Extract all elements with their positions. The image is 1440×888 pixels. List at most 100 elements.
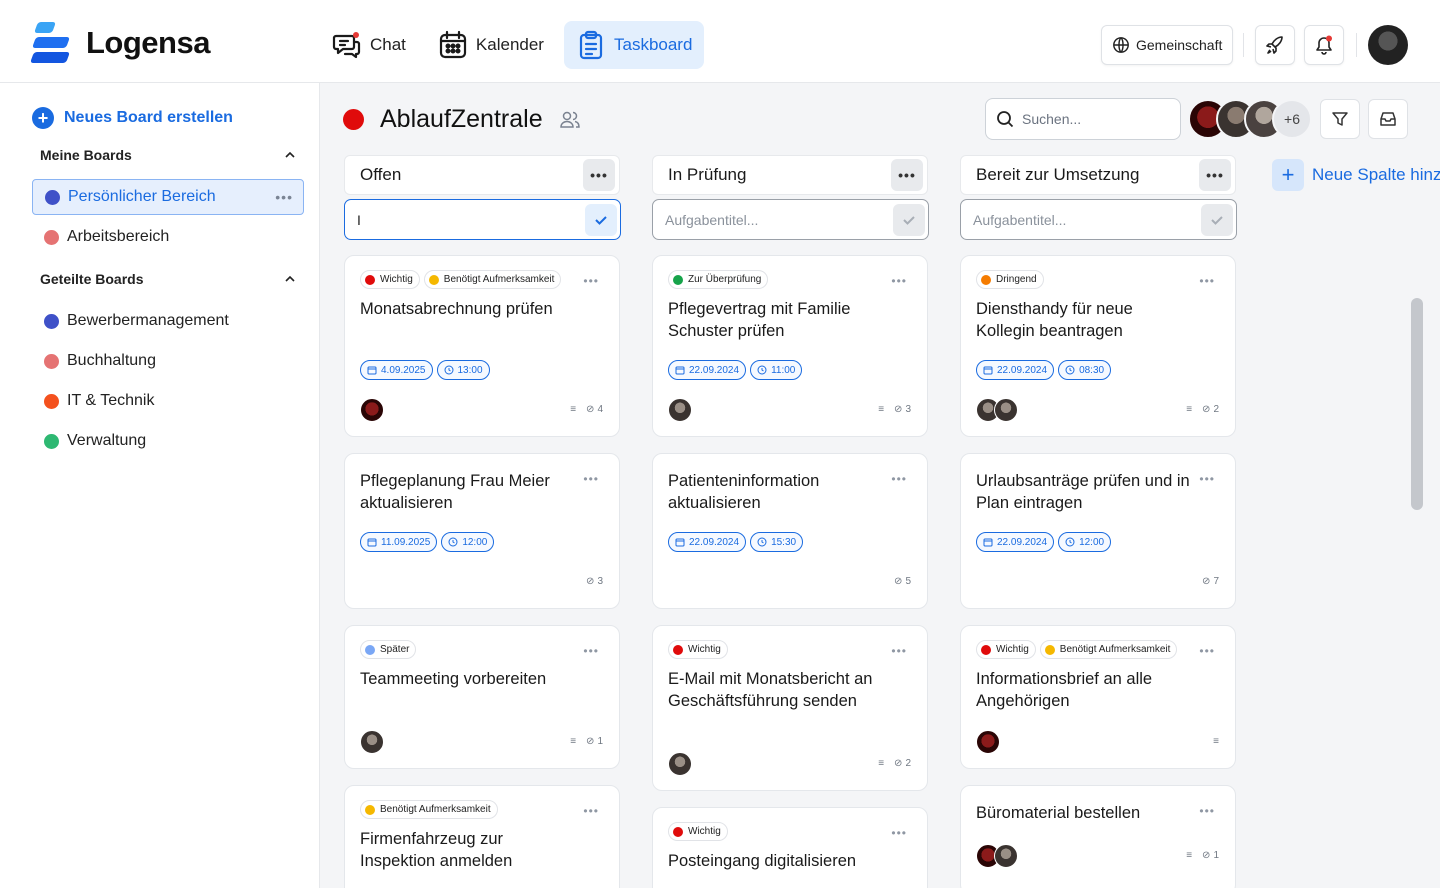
due-date-chip: 22.09.2024 (668, 532, 747, 552)
task-card[interactable]: Später ••• Teammeeting vorbereiten ≡ ⊘ 1 (344, 625, 620, 769)
add-column-button[interactable]: + Neue Spalte hinzufügen (1272, 159, 1440, 191)
shared-boards-header[interactable]: Geteilte Boards (40, 271, 296, 287)
sidebar-item-persoenlicher-bereich[interactable]: Persönlicher Bereich ••• (32, 179, 304, 215)
my-boards-label: Meine Boards (40, 147, 132, 163)
card-more-icon[interactable]: ••• (1199, 644, 1215, 658)
filter-button[interactable] (1320, 99, 1360, 139)
board-members[interactable]: +6 (1188, 99, 1312, 139)
card-more-icon[interactable]: ••• (891, 826, 907, 840)
column-header-bereit[interactable]: Bereit zur Umsetzung ••• (960, 155, 1236, 195)
sidebar-item-bewerbermanagement[interactable]: Bewerbermanagement (32, 303, 304, 339)
notifications-button[interactable] (1304, 25, 1344, 65)
sidebar-item-it-technik[interactable]: IT & Technik (32, 383, 304, 419)
assignee-avatar[interactable] (360, 730, 384, 754)
check-icon (595, 215, 607, 225)
search-box[interactable] (985, 98, 1181, 140)
clipboard-icon (579, 30, 603, 60)
task-card[interactable]: ••• Patienteninformation aktualisieren 2… (652, 453, 928, 609)
clock-icon (448, 537, 458, 547)
task-card[interactable]: Wichtig ••• Posteingang digitalisieren (652, 807, 928, 888)
new-task-field[interactable] (652, 199, 929, 240)
attachment-indicator: ⊘ 5 (894, 576, 911, 587)
assignee-avatar[interactable] (994, 844, 1018, 868)
card-more-icon[interactable]: ••• (583, 644, 599, 658)
column-more-button[interactable]: ••• (891, 159, 923, 191)
paperclip-icon: ⊘ (1202, 850, 1211, 861)
attachment-indicator: ⊘ 2 (894, 758, 911, 769)
search-input[interactable] (1022, 111, 1172, 127)
card-more-icon[interactable]: ••• (891, 472, 907, 486)
nav-chat[interactable]: Chat (320, 21, 418, 69)
card-more-icon[interactable]: ••• (583, 472, 599, 486)
nav-calendar[interactable]: Kalender (426, 21, 556, 69)
task-card[interactable]: Zur Überprüfung ••• Pflegevertrag mit Fa… (652, 255, 928, 437)
sidebar-item-label: Verwaltung (67, 432, 147, 449)
assignee-avatar[interactable] (668, 398, 692, 422)
calendar-icon (675, 538, 685, 547)
column-more-button[interactable]: ••• (583, 159, 615, 191)
new-board-button[interactable]: + Neues Board erstellen (32, 107, 233, 129)
chevron-up-icon (285, 275, 295, 282)
card-more-icon[interactable]: ••• (583, 804, 599, 818)
archive-button[interactable] (1368, 99, 1408, 139)
confirm-task-button[interactable] (893, 203, 925, 236)
due-time-chip: 11:00 (750, 360, 803, 380)
card-title: E-Mail mit Monatsbericht an Geschäftsfüh… (668, 670, 873, 710)
card-more-icon[interactable]: ••• (891, 644, 907, 658)
task-card[interactable]: ••• Pflegeplanung Frau Meier aktualisier… (344, 453, 620, 609)
card-more-icon[interactable]: ••• (1199, 804, 1215, 818)
users-icon[interactable] (559, 109, 581, 131)
assignee-avatar[interactable] (668, 752, 692, 776)
paperclip-icon: ⊘ (1202, 576, 1211, 587)
due-time-chip: 08:30 (1058, 360, 1112, 380)
task-card[interactable]: Wichtig Benötigt Aufmerksamkeit ••• Mona… (344, 255, 620, 437)
new-task-field[interactable] (960, 199, 1237, 240)
sidebar-item-arbeitsbereich[interactable]: Arbeitsbereich (32, 219, 304, 255)
column-header-in-pruefung[interactable]: In Prüfung ••• (652, 155, 928, 195)
description-icon: ≡ (878, 758, 885, 769)
task-card[interactable]: Wichtig Benötigt Aufmerksamkeit ••• Info… (960, 625, 1236, 769)
nav-taskboard-label: Taskboard (613, 35, 693, 54)
confirm-task-button[interactable] (585, 203, 617, 236)
task-card[interactable]: ••• Büromaterial bestellen ≡ ⊘ 1 (960, 785, 1236, 888)
card-more-icon[interactable]: ••• (1199, 472, 1215, 486)
new-task-input[interactable] (973, 211, 1201, 228)
column-header-offen[interactable]: Offen ••• (344, 155, 620, 195)
card-more-icon[interactable]: ••• (583, 274, 599, 288)
new-task-input[interactable] (665, 211, 893, 228)
task-card[interactable]: Wichtig ••• E-Mail mit Monatsbericht an … (652, 625, 928, 791)
more-members-badge[interactable]: +6 (1272, 99, 1312, 139)
community-button[interactable]: Gemeinschaft (1101, 25, 1234, 65)
column-more-button[interactable]: ••• (1199, 159, 1231, 191)
sidebar-item-verwaltung[interactable]: Verwaltung (32, 423, 304, 459)
new-task-field[interactable] (344, 199, 621, 240)
task-card[interactable]: Benötigt Aufmerksamkeit ••• Firmenfahrze… (344, 785, 620, 888)
assignee-avatar[interactable] (360, 398, 384, 422)
scrollbar[interactable] (1411, 298, 1423, 510)
card-more-icon[interactable]: ••• (1199, 274, 1215, 288)
task-card[interactable]: ••• Urlaubsanträge prüfen und in Plan ei… (960, 453, 1236, 609)
user-avatar[interactable] (1368, 25, 1408, 65)
due-time-chip: 15:30 (750, 532, 804, 552)
chevron-up-icon (285, 151, 295, 158)
plus-icon: + (32, 107, 54, 129)
attachment-indicator: ⊘ 7 (1202, 576, 1219, 587)
my-boards-header[interactable]: Meine Boards (40, 147, 296, 163)
assignee-avatar[interactable] (976, 730, 1000, 754)
card-title: Patienteninformation aktualisieren (668, 472, 820, 512)
assignee-avatar[interactable] (994, 398, 1018, 422)
confirm-task-button[interactable] (1201, 203, 1233, 236)
card-more-icon[interactable]: ••• (891, 274, 907, 288)
tag-badge: Benötigt Aufmerksamkeit (1039, 640, 1178, 659)
more-icon[interactable]: ••• (275, 189, 293, 205)
tag-badge: Dringend (976, 270, 1044, 289)
task-card[interactable]: Dringend ••• Diensthandy für neue Kolleg… (960, 255, 1236, 437)
rocket-button[interactable] (1255, 25, 1295, 65)
sidebar-item-buchhaltung[interactable]: Buchhaltung (32, 343, 304, 379)
nav-taskboard[interactable]: Taskboard (563, 21, 705, 69)
paperclip-icon: ⊘ (586, 736, 595, 747)
new-task-input[interactable] (357, 211, 585, 228)
logo[interactable]: Logensa (29, 22, 210, 64)
board-color-dot (44, 353, 59, 369)
board-color-dot (44, 393, 59, 409)
